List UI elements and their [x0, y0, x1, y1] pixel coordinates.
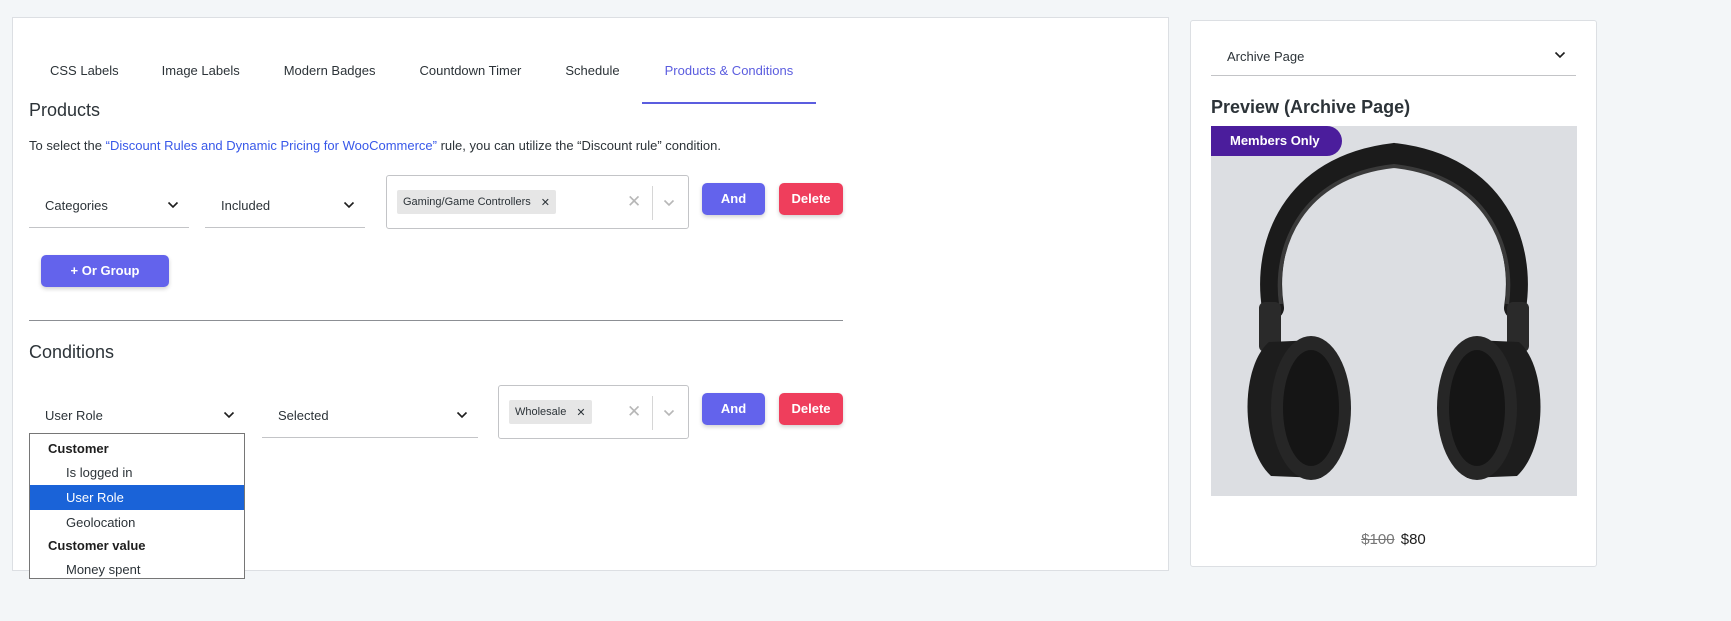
preview-panel: Archive Page Preview (Archive Page) Memb… [1190, 20, 1597, 567]
or-group-button[interactable]: + Or Group [41, 255, 169, 287]
headphones-image [1247, 142, 1541, 480]
chevron-down-icon [343, 201, 355, 209]
sale-price: $80 [1400, 531, 1426, 548]
chevron-down-icon[interactable] [663, 198, 675, 208]
dropdown-option-user-role[interactable]: User Role [30, 485, 244, 510]
product-field-select[interactable]: Categories [29, 180, 189, 228]
dropdown-group-customer-value: Customer value [48, 538, 146, 553]
conditions-title: Conditions [29, 342, 115, 362]
separator [652, 186, 653, 220]
preview-page-value: Archive Page [1227, 49, 1305, 64]
condition-role-multiselect[interactable]: Wholesale ✕ ✕ [498, 385, 689, 439]
tab-products-conditions[interactable]: Products & Conditions [641, 40, 817, 104]
product-price: $100 $80 [1191, 531, 1596, 548]
tag-label: Wholesale [515, 406, 567, 418]
tab-css-labels[interactable]: CSS Labels [29, 40, 140, 104]
product-image: Members Only [1211, 126, 1577, 496]
clear-selection-icon[interactable]: ✕ [627, 402, 641, 422]
selected-tag: Gaming/Game Controllers ✕ [397, 190, 556, 214]
tag-label: Gaming/Game Controllers [403, 196, 531, 208]
tab-schedule[interactable]: Schedule [543, 40, 641, 104]
settings-panel: CSS Labels Image Labels Modern Badges Co… [12, 17, 1169, 579]
tab-image-labels[interactable]: Image Labels [140, 40, 262, 104]
preview-page-select[interactable]: Archive Page [1211, 35, 1576, 76]
conditions-delete-button[interactable]: Delete [779, 393, 843, 425]
section-divider [29, 320, 843, 321]
product-field-value: Categories [45, 198, 108, 213]
chevron-down-icon [167, 201, 179, 209]
products-delete-button[interactable]: Delete [779, 183, 843, 215]
dropdown-group-customer: Customer [48, 441, 109, 456]
dropdown-option-is-logged-in[interactable]: Is logged in [30, 460, 244, 485]
tab-bar: CSS Labels Image Labels Modern Badges Co… [29, 40, 817, 104]
remove-tag-icon[interactable]: ✕ [541, 196, 550, 209]
old-price: $100 [1361, 531, 1395, 548]
chevron-down-icon[interactable] [663, 408, 675, 418]
tab-countdown-timer[interactable]: Countdown Timer [398, 40, 544, 104]
members-only-badge: Members Only [1211, 126, 1342, 156]
dropdown-option-geolocation[interactable]: Geolocation [30, 510, 244, 535]
dropdown-option-money-spent[interactable]: Money spent [30, 557, 244, 578]
product-category-multiselect[interactable]: Gaming/Game Controllers ✕ ✕ [386, 175, 689, 229]
condition-dropdown-list: Customer Is logged in User Role Geolocat… [29, 433, 245, 579]
selected-tag: Wholesale ✕ [509, 400, 592, 424]
condition-operator-value: Selected [278, 408, 329, 423]
clear-selection-icon[interactable]: ✕ [627, 192, 641, 212]
product-operator-value: Included [221, 198, 271, 213]
tab-modern-badges[interactable]: Modern Badges [262, 40, 398, 104]
conditions-and-button[interactable]: And [702, 393, 765, 425]
products-title: Products [29, 100, 101, 120]
separator [652, 396, 653, 430]
chevron-down-icon [223, 411, 235, 419]
note-prefix: To select the [29, 138, 106, 153]
product-operator-select[interactable]: Included [205, 180, 365, 228]
chevron-down-icon [456, 411, 468, 419]
discount-rules-link[interactable]: “Discount Rules and Dynamic Pricing for … [106, 138, 437, 153]
preview-title: Preview (Archive Page) [1211, 97, 1411, 117]
condition-operator-select[interactable]: Selected [262, 390, 478, 438]
products-note: To select the “Discount Rules and Dynami… [29, 138, 721, 153]
note-suffix: rule, you can utilize the “Discount rule… [436, 138, 721, 153]
condition-field-select[interactable]: User Role [29, 390, 245, 438]
products-and-button[interactable]: And [702, 183, 765, 215]
chevron-down-icon [1554, 51, 1566, 59]
remove-tag-icon[interactable]: ✕ [576, 406, 585, 419]
condition-field-value: User Role [45, 408, 103, 423]
